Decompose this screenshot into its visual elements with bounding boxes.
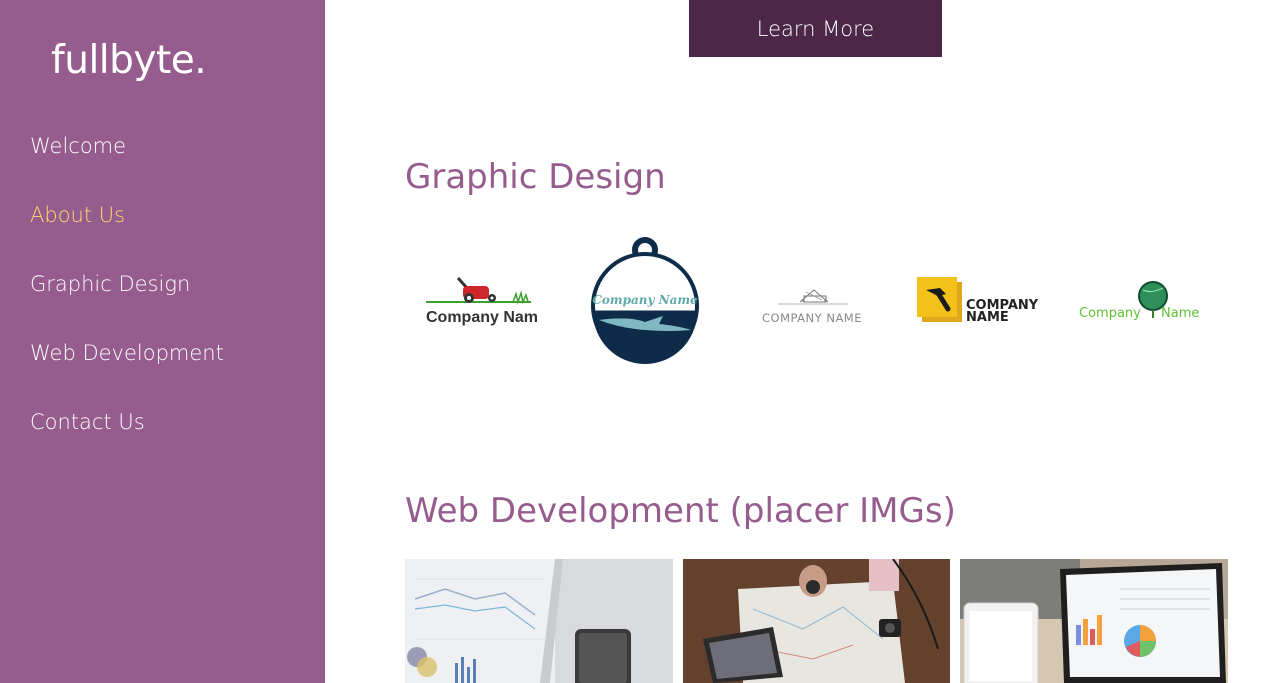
hammer-icon: COMPANY NAME: [917, 277, 1039, 325]
analytics-paper-phone-photo[interactable]: [405, 559, 673, 683]
shark-badge-icon: Company Name: [591, 237, 699, 364]
sidebar-item-web-development[interactable]: Web Development: [30, 341, 224, 365]
logo-text: COMPANY NAME: [762, 311, 862, 325]
graphic-design-heading: Graphic Design: [405, 157, 666, 197]
learn-more-button[interactable]: Learn More: [689, 0, 942, 57]
main-content: Learn More Graphic Design Company Name C…: [325, 0, 1263, 683]
logo-house[interactable]: COMPANY NAME: [748, 282, 878, 326]
logo-text: Company: [1079, 306, 1141, 321]
sidebar: fullbyte. Welcome About Us Graphic Desig…: [0, 0, 325, 683]
logo-text: Company Name: [426, 309, 537, 326]
house-outline-icon: COMPANY NAME: [762, 289, 862, 325]
sidebar-item-about-us[interactable]: About Us: [30, 203, 125, 227]
logo-shark-badge[interactable]: Company Name: [589, 236, 701, 370]
laptop-tablet-charts-photo[interactable]: [960, 559, 1228, 683]
brand-logo[interactable]: fullbyte.: [51, 38, 207, 83]
logo-text-secondary: Name: [1161, 306, 1199, 321]
lawnmower-icon: Company Name: [426, 276, 537, 326]
logo-text: Company Name: [592, 293, 698, 307]
sidebar-item-welcome[interactable]: Welcome: [30, 134, 126, 158]
logo-lawnmower[interactable]: Company Name: [425, 272, 537, 328]
sidebar-item-contact-us[interactable]: Contact Us: [30, 410, 145, 434]
logo-hammer[interactable]: COMPANY NAME: [916, 276, 1048, 326]
sidebar-item-graphic-design[interactable]: Graphic Design: [30, 272, 190, 296]
web-development-heading: Web Development (placer IMGs): [405, 491, 956, 531]
map-laptop-desk-photo[interactable]: [683, 559, 950, 683]
logo-globe-tree[interactable]: Company Name: [1079, 280, 1209, 324]
logo-text-secondary: NAME: [966, 310, 1009, 325]
globe-tree-icon: Company Name: [1079, 281, 1199, 321]
